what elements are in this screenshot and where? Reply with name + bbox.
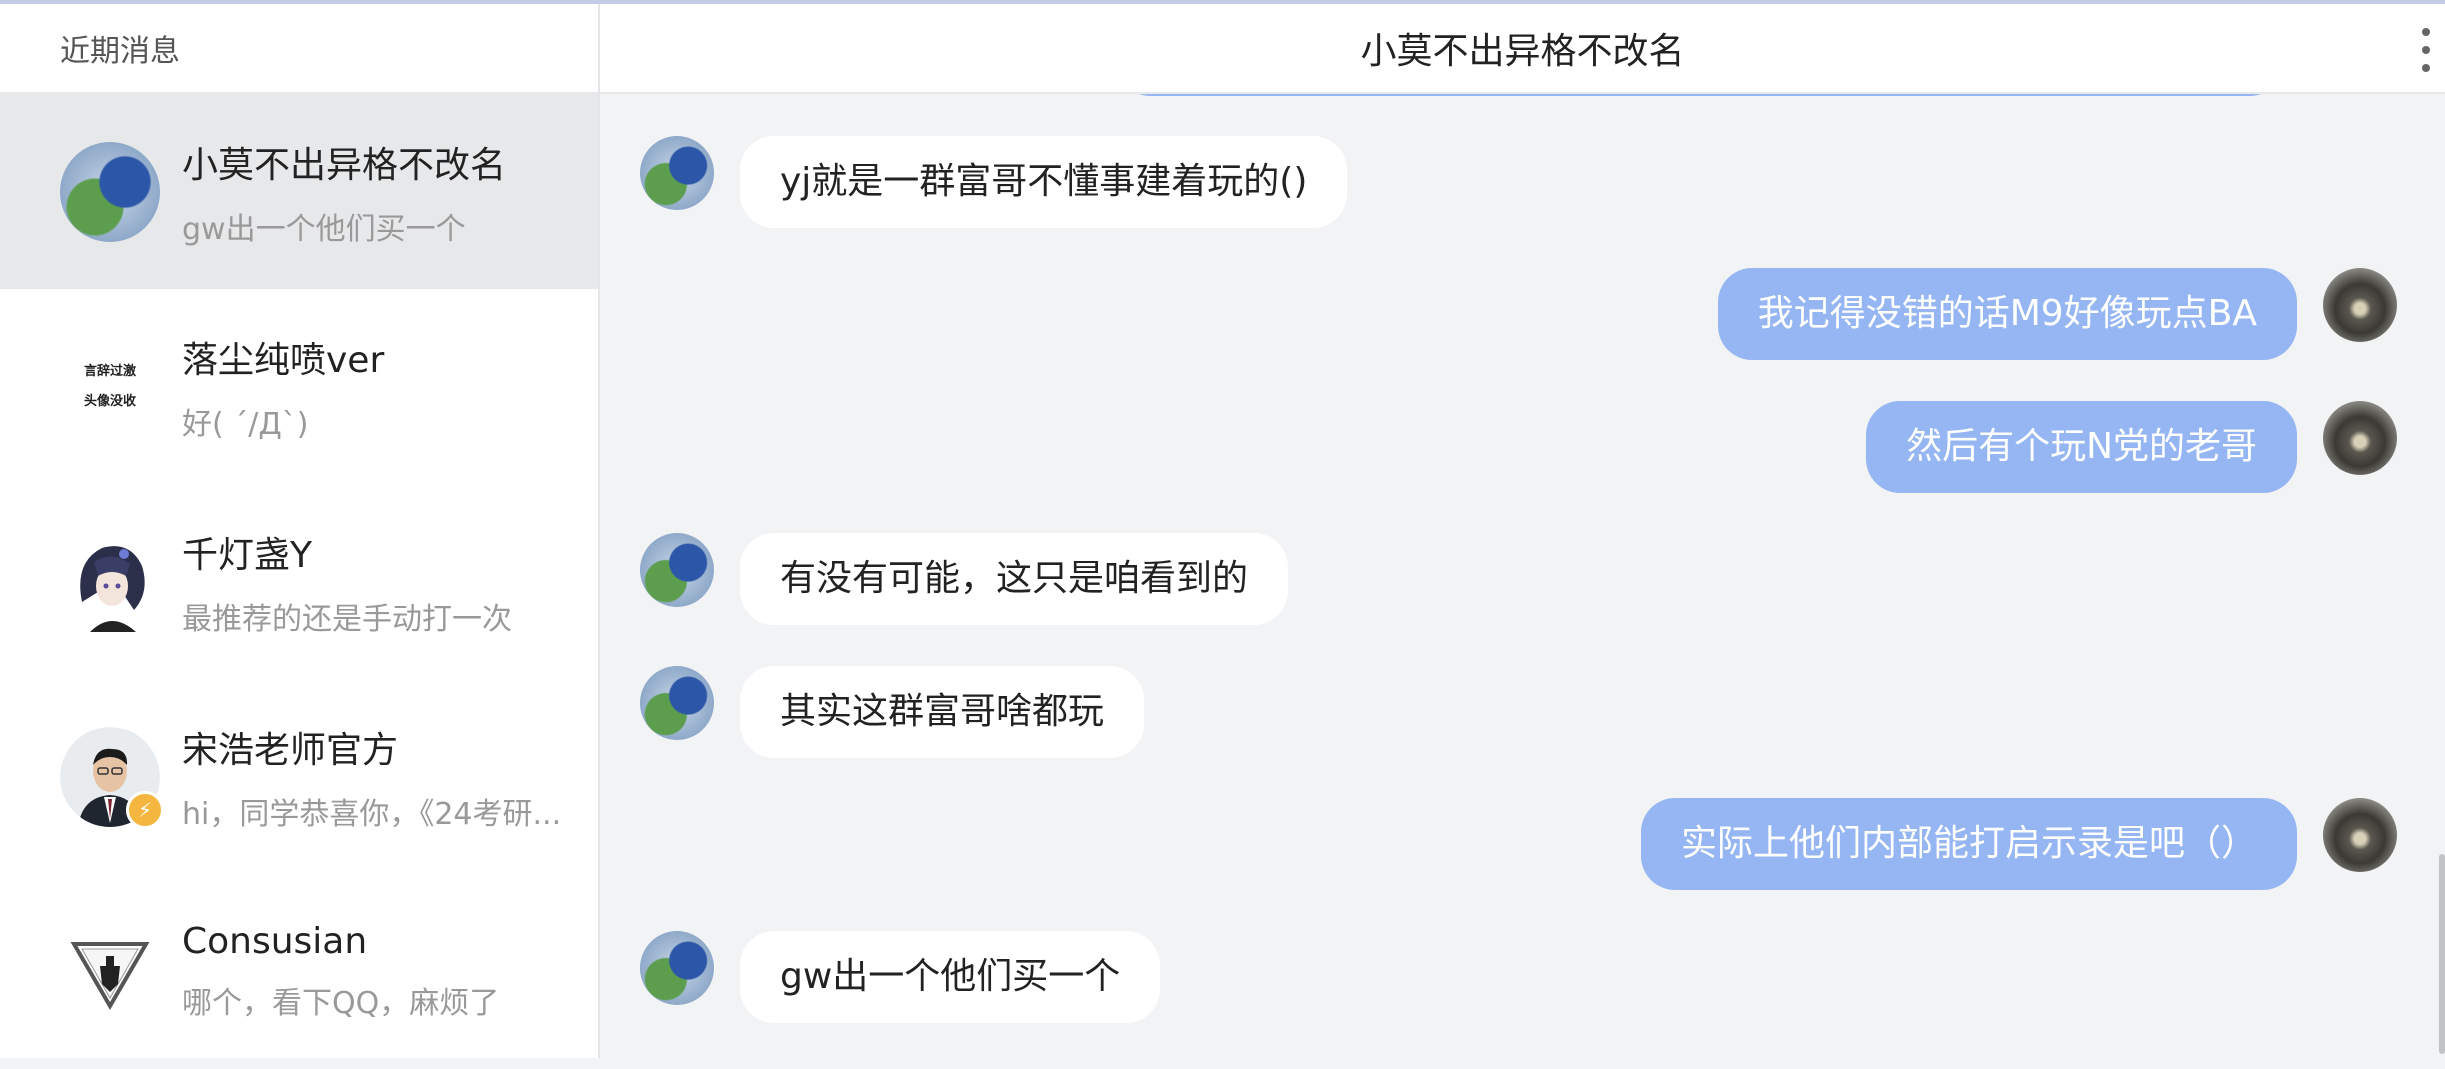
message-bubble[interactable]: 实际上他们内部能打启示录是吧（） — [1640, 798, 2297, 890]
message-bubble[interactable]: 有没有可能，这只是咱看到的 — [740, 533, 1289, 625]
avatar[interactable] — [640, 136, 714, 210]
avatar[interactable] — [2323, 798, 2397, 872]
message-row: 然后有个玩N党的老哥 — [1866, 401, 2397, 493]
conversation-preview: 最推荐的还是手动打一次 — [182, 601, 512, 637]
message-bubble[interactable]: 然后有个玩N党的老哥 — [1866, 401, 2297, 493]
avatar-text: 言辞过激 — [83, 363, 136, 379]
lightning-icon: ⚡ — [126, 790, 164, 829]
avatar — [60, 531, 160, 632]
message-row: gw出一个他们买一个 — [640, 931, 1161, 1023]
conversation-item[interactable]: ⚡ 宋浩老师官方 hi，同学恭喜你，《24考研... — [0, 679, 598, 874]
message-row: 实际上他们内部能打启示录是吧（） — [1640, 798, 2397, 890]
message-bubble[interactable]: 其实这群富哥啥都玩 — [740, 666, 1145, 758]
conversation-preview: 哪个，看下QQ，麻烦了 — [182, 986, 500, 1021]
message-row: yj就是一群富哥不懂事建着玩的() — [640, 136, 1348, 228]
message-bubble[interactable]: gw出一个他们买一个 — [740, 931, 1161, 1023]
conversation-sidebar: 近期消息 小莫不出异格不改名 gw出一个他们买一个 言辞过激 头像没收 落尘纯喷… — [0, 4, 600, 1058]
message-bubble[interactable]: 我记得没错的话M9好像玩点BA — [1717, 268, 2297, 360]
conversation-item[interactable]: 言辞过激 头像没收 落尘纯喷ver 好( ´/Д`) — [0, 289, 598, 484]
conversation-item[interactable]: 小莫不出异格不改名 gw出一个他们买一个 — [0, 94, 598, 289]
avatar — [60, 141, 160, 242]
conversation-name: 宋浩老师官方 — [182, 729, 399, 771]
avatar[interactable] — [640, 666, 714, 740]
message-bubble[interactable]: yj就是一群富哥不懂事建着玩的() — [740, 136, 1348, 228]
conversation-preview: hi，同学恭喜你，《24考研... — [182, 796, 562, 832]
conversation-name: Consusian — [182, 921, 368, 962]
avatar[interactable] — [640, 533, 714, 607]
message-list[interactable]: yj就是一群富哥不懂事建着玩的() 我记得没错的话M9好像玩点BA 然后有个玩N… — [600, 94, 2445, 1058]
avatar[interactable] — [2323, 268, 2397, 342]
chat-title: 小莫不出异格不改名 — [1360, 31, 1685, 72]
avatar — [60, 921, 160, 1022]
conversation-name: 小莫不出异格不改名 — [182, 144, 507, 186]
avatar[interactable] — [640, 931, 714, 1005]
conversation-name: 落尘纯喷ver — [182, 339, 385, 381]
conversation-item[interactable]: 千灯盏Y 最推荐的还是手动打一次 — [0, 484, 598, 679]
chat-header: 小莫不出异格不改名 — [600, 4, 2445, 94]
avatar: ⚡ — [60, 726, 164, 829]
scrollbar[interactable] — [2439, 854, 2445, 1054]
conversation-name: 千灯盏Y — [182, 534, 312, 576]
conversation-preview: 好( ´/Д`) — [182, 406, 309, 442]
message-row: 有没有可能，这只是咱看到的 — [640, 533, 1289, 625]
conversation-preview: gw出一个他们买一个 — [182, 211, 466, 247]
message-row: 其实这群富哥啥都玩 — [640, 666, 1145, 758]
avatar-text: 头像没收 — [83, 393, 136, 409]
previous-message-bubble — [1120, 94, 2280, 96]
message-row: 我记得没错的话M9好像玩点BA — [1717, 268, 2397, 360]
more-options-icon[interactable] — [2421, 28, 2431, 72]
sidebar-title: 近期消息 — [0, 4, 598, 94]
avatar: 言辞过激 头像没收 — [60, 336, 160, 437]
avatar[interactable] — [2323, 401, 2397, 475]
conversation-item[interactable]: Consusian 哪个，看下QQ，麻烦了 — [0, 874, 598, 1069]
